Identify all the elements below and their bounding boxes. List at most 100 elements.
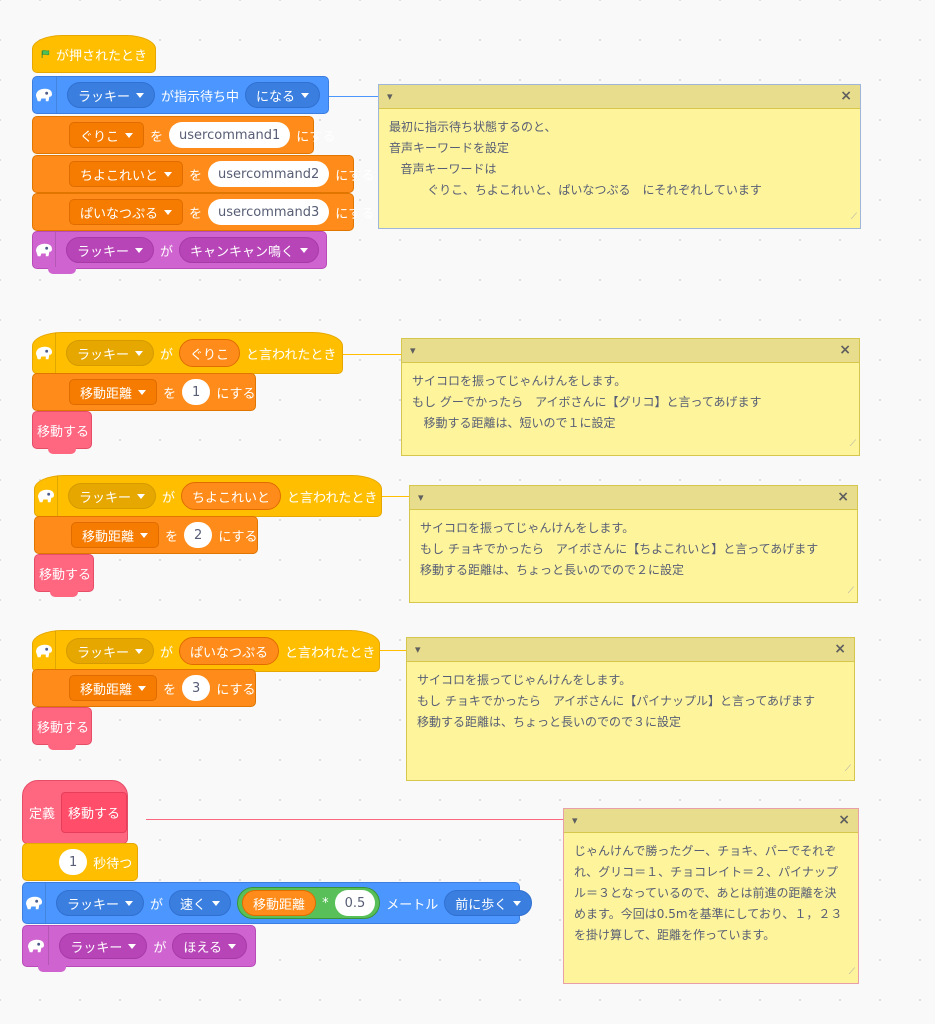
resize-handle[interactable]: ⟋	[850, 437, 856, 453]
seconds-input[interactable]: 1	[59, 849, 88, 875]
robot-wait-mode-block[interactable]: ラッキー が指示待ち中 になる	[32, 76, 329, 114]
note-header[interactable]: ▾ ×	[407, 638, 854, 662]
robot-dropdown[interactable]: ラッキー	[59, 933, 148, 959]
define-label: 定義	[29, 806, 56, 822]
chevron-down-icon[interactable]: ▾	[387, 87, 393, 106]
note-header[interactable]: ▾ ×	[410, 486, 857, 510]
workspace[interactable]: が押されたとき ラッキー が指示待ち中 になる ぐりこ を usercomman…	[0, 0, 935, 1024]
close-icon[interactable]: ×	[840, 84, 852, 109]
word-reporter[interactable]: ちよこれいと	[181, 482, 282, 510]
label: にする	[335, 206, 375, 222]
label: 秒待つ	[93, 856, 133, 872]
when-flag-clicked-block[interactable]: が押されたとき	[32, 35, 156, 73]
label: を	[150, 129, 164, 145]
label: が	[153, 940, 167, 956]
call-move-block[interactable]: 移動する	[32, 411, 92, 454]
note-text[interactable]: サイコロを振ってじゃんけんをします。 もし チョキでかったら アイボさんに【ちよ…	[410, 510, 857, 589]
set-variable-block[interactable]: ちよこれいと を usercommand2 にする	[32, 155, 374, 193]
variable-dropdown[interactable]: 移動距離	[71, 522, 160, 548]
speed-dropdown[interactable]: 速く	[169, 890, 232, 916]
set-distance-block[interactable]: 移動距離 を 1 にする	[32, 373, 256, 411]
wait-seconds-block[interactable]: 1 秒待つ	[22, 843, 138, 881]
comment-note[interactable]: ▾ × サイコロを振ってじゃんけんをします。 もし チョキでかったら アイボさんに…	[409, 485, 858, 603]
value-input[interactable]: 3	[182, 675, 211, 701]
note-connector	[378, 650, 408, 651]
variable-dropdown[interactable]: 移動距離	[69, 379, 158, 405]
set-distance-block[interactable]: 移動距離 を 3 にする	[32, 669, 256, 707]
word-reporter[interactable]: ぐりこ	[179, 339, 241, 367]
value-input[interactable]: usercommand3	[208, 199, 330, 225]
chevron-down-icon[interactable]: ▾	[415, 640, 421, 659]
sound-dropdown[interactable]: キャンキャン鳴く	[179, 237, 320, 263]
note-header[interactable]: ▾ ×	[379, 85, 860, 109]
value-input[interactable]: 1	[182, 379, 211, 405]
chevron-down-icon[interactable]: ▾	[572, 811, 578, 830]
label: にする	[296, 129, 336, 145]
variable-dropdown[interactable]: ぱいなつぷる	[69, 199, 184, 225]
factor-input[interactable]: 0.5	[334, 890, 376, 916]
close-icon[interactable]: ×	[838, 808, 850, 833]
call-move-block[interactable]: 移動する	[32, 707, 92, 750]
robot-dropdown[interactable]: ラッキー	[66, 237, 155, 263]
robot-dropdown[interactable]: ラッキー	[68, 483, 157, 509]
action-dropdown[interactable]: ほえる	[172, 933, 247, 959]
label: が指示待ち中	[160, 89, 239, 105]
resize-handle[interactable]: ⟋	[848, 584, 854, 600]
robot-dropdown[interactable]: ラッキー	[66, 638, 155, 664]
define-block[interactable]: 定義 移動する	[22, 780, 128, 844]
multiply-operator[interactable]: 移動距離 * 0.5	[237, 887, 381, 919]
resize-handle[interactable]: ⟋	[849, 965, 855, 981]
note-connector	[146, 819, 564, 820]
note-header[interactable]: ▾ ×	[564, 809, 858, 833]
set-variable-block[interactable]: ぱいなつぷる を usercommand3 にする	[32, 193, 374, 231]
when-word-heard-block[interactable]: ラッキー が ぐりこ と言われたとき	[32, 332, 343, 374]
robot-icon	[33, 77, 57, 113]
comment-note[interactable]: ▾ × サイコロを振ってじゃんけんをします。 もし グーでかったら アイボさんに【…	[401, 338, 860, 456]
variable-dropdown[interactable]: ぐりこ	[69, 122, 145, 148]
close-icon[interactable]: ×	[837, 485, 849, 510]
comment-note[interactable]: ▾ × サイコロを振ってじゃんけんをします。 もし チョキでかったら アイボさんに…	[406, 637, 855, 781]
note-text[interactable]: じゃんけんで勝ったグー、チョキ、パーでそれぞれ、グリコ＝１、チョコレイト＝２、パ…	[564, 833, 858, 954]
robot-icon	[33, 232, 56, 268]
value-input[interactable]: usercommand1	[169, 122, 291, 148]
distance-variable[interactable]: 移動距離	[242, 890, 317, 916]
label: が	[160, 645, 174, 661]
mode-dropdown[interactable]: になる	[244, 82, 320, 108]
when-word-heard-block[interactable]: ラッキー が ちよこれいと と言われたとき	[34, 475, 382, 517]
comment-note[interactable]: ▾ × 最初に指示待ち状態するのと、 音声キーワードを設定 音声キーワードは ぐり…	[378, 84, 861, 229]
note-text[interactable]: サイコロを振ってじゃんけんをします。 もし チョキでかったら アイボさんに【パイ…	[407, 662, 854, 741]
robot-move-block[interactable]: ラッキー が 速く 移動距離 * 0.5 メートル 前に歩く	[22, 882, 533, 924]
chevron-down-icon[interactable]: ▾	[418, 488, 424, 507]
robot-dropdown[interactable]: ラッキー	[66, 82, 155, 108]
variable-dropdown[interactable]: 移動距離	[69, 675, 158, 701]
set-variable-block[interactable]: ぐりこ を usercommand1 にする	[32, 116, 335, 154]
robot-dropdown[interactable]: ラッキー	[66, 340, 155, 366]
robot-dropdown[interactable]: ラッキー	[56, 890, 145, 916]
close-icon[interactable]: ×	[839, 338, 851, 363]
value-input[interactable]: usercommand2	[208, 161, 330, 187]
resize-handle[interactable]: ⟋	[851, 210, 857, 226]
robot-sound-block[interactable]: ラッキー が キャンキャン鳴く	[32, 231, 327, 274]
robot-icon	[33, 631, 56, 671]
word-reporter[interactable]: ぱいなつぷる	[179, 637, 280, 665]
direction-dropdown[interactable]: 前に歩く	[444, 890, 533, 916]
robot-icon	[35, 476, 58, 516]
custom-block-prototype[interactable]: 移動する	[61, 791, 128, 833]
label: を	[189, 206, 203, 222]
close-icon[interactable]: ×	[834, 637, 846, 662]
comment-note[interactable]: ▾ × じゃんけんで勝ったグー、チョキ、パーでそれぞれ、グリコ＝１、チョコレイト＝…	[563, 808, 859, 984]
call-move-block[interactable]: 移動する	[34, 554, 94, 597]
robot-icon	[23, 883, 46, 923]
label: にする	[216, 386, 256, 402]
note-text[interactable]: サイコロを振ってじゃんけんをします。 もし グーでかったら アイボさんに【グリコ…	[402, 363, 859, 442]
set-distance-block[interactable]: 移動距離 を 2 にする	[34, 516, 258, 554]
value-input[interactable]: 2	[184, 522, 213, 548]
when-word-heard-block[interactable]: ラッキー が ぱいなつぷる と言われたとき	[32, 630, 380, 672]
robot-bark-block[interactable]: ラッキー が ほえる	[22, 925, 256, 972]
chevron-down-icon[interactable]: ▾	[410, 341, 416, 360]
variable-dropdown[interactable]: ちよこれいと	[69, 161, 184, 187]
note-text[interactable]: 最初に指示待ち状態するのと、 音声キーワードを設定 音声キーワードは ぐりこ、ち…	[379, 109, 860, 209]
note-header[interactable]: ▾ ×	[402, 339, 859, 363]
resize-handle[interactable]: ⟋	[845, 762, 851, 778]
label: を	[165, 529, 179, 545]
